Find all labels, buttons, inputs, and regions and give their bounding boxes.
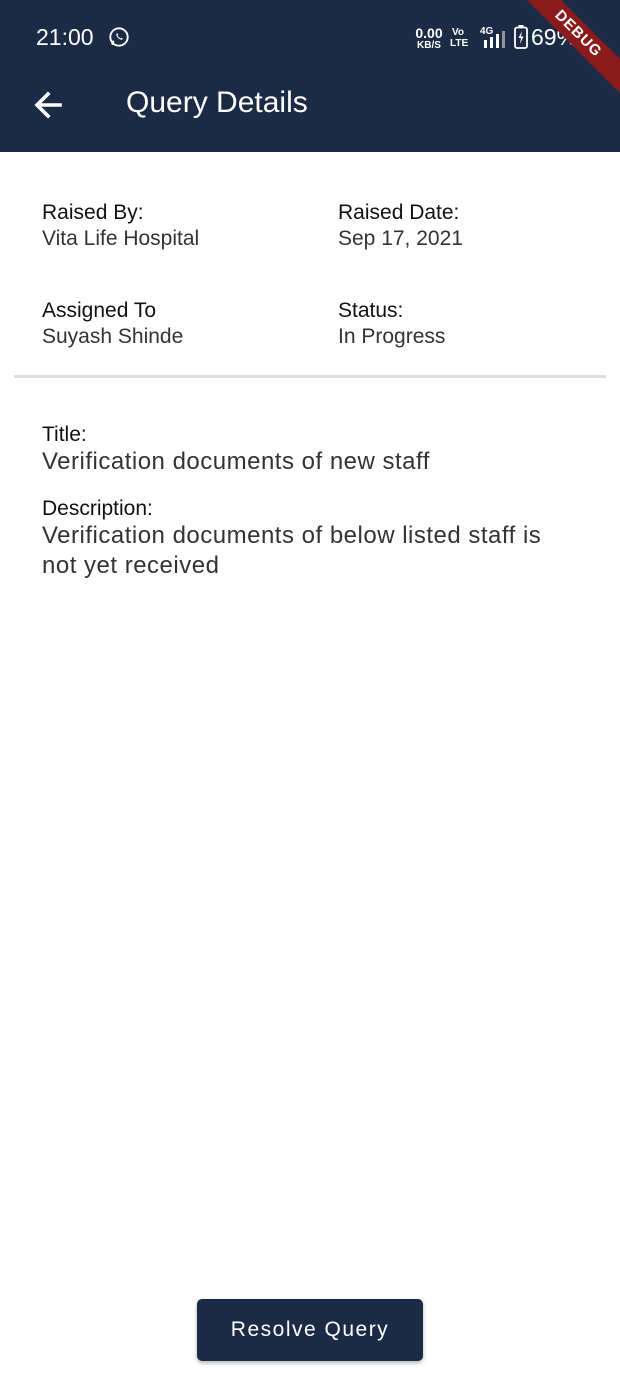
raised-date-label: Raised Date:	[338, 201, 460, 224]
status-value: In Progress	[338, 325, 446, 348]
net-speed-unit: KB/S	[417, 40, 441, 51]
raised-by-label: Raised By:	[42, 201, 144, 224]
query-description-label: Description:	[42, 497, 153, 520]
app-bar: 21:00 0.00 KB/S Vo LTE 4G 69% DEBUG Quer…	[0, 0, 620, 152]
assigned-to-value: Suyash Shinde	[42, 325, 184, 348]
query-description-value: Verification documents of below listed s…	[42, 522, 542, 579]
raised-date-value: Sep 17, 2021	[338, 227, 463, 250]
volte-top: Vo	[451, 27, 465, 38]
raised-by-value: Vita Life Hospital	[42, 227, 200, 250]
query-title-value: Verification documents of new staff	[42, 448, 430, 475]
query-title-block: Title: Verification documents of new sta…	[42, 423, 582, 477]
resolve-query-button[interactable]: Resolve Query	[197, 1299, 423, 1361]
volte-indicator: Vo LTE	[450, 27, 469, 49]
status-field: Status: In Progress	[338, 299, 445, 349]
status-time: 21:00	[36, 24, 94, 50]
signal-icon	[484, 31, 505, 48]
query-title-label: Title:	[42, 423, 87, 446]
net-speed-indicator: 0.00 KB/S	[412, 26, 446, 51]
status-label: Status:	[338, 299, 404, 322]
net-speed-value: 0.00	[415, 25, 443, 41]
assigned-to-field: Assigned To Suyash Shinde	[42, 299, 183, 349]
assigned-to-label: Assigned To	[42, 299, 157, 322]
page-title: Query Details	[126, 86, 308, 119]
back-arrow-icon[interactable]	[30, 86, 68, 124]
volte-bottom: LTE	[450, 38, 469, 49]
query-description-block: Description: Verification documents of b…	[42, 497, 582, 581]
whatsapp-icon	[109, 27, 129, 47]
section-divider	[14, 375, 606, 378]
raised-date-field: Raised Date: Sep 17, 2021	[338, 201, 463, 251]
raised-by-field: Raised By: Vita Life Hospital	[42, 201, 199, 251]
battery-icon	[514, 25, 528, 49]
